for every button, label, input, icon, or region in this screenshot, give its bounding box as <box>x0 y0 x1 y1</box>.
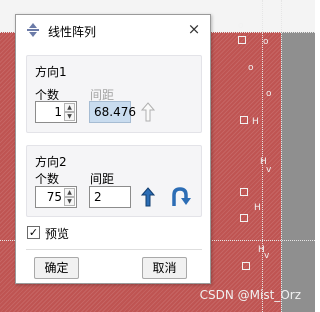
preview-mark: H <box>252 117 259 127</box>
preview-square <box>240 188 248 196</box>
pattern-preview-marks: o o o o H H H H v v <box>230 18 280 312</box>
preview-mark: o <box>248 63 254 73</box>
guide-line-vertical <box>281 0 282 312</box>
preview-mark: H <box>254 203 261 213</box>
dialog-titlebar[interactable]: 线性阵列 × <box>16 15 210 45</box>
direction2-title: 方向2 <box>35 155 67 169</box>
direction2-count-stepper[interactable]: 75 ▲ ▼ <box>35 186 77 208</box>
stepper-up-icon[interactable]: ▲ <box>64 103 75 112</box>
stepper-down-icon[interactable]: ▼ <box>64 112 75 121</box>
direction2-count-label: 个数 <box>35 172 60 186</box>
preview-mark: o <box>238 21 244 31</box>
dialog-title: 线性阵列 <box>48 25 97 39</box>
up-arrow-outline-icon[interactable] <box>141 102 155 122</box>
preview-square <box>240 116 248 124</box>
direction2-spacing-value: 2 <box>94 190 102 204</box>
stepper-down-icon[interactable]: ▼ <box>64 197 75 206</box>
preview-square <box>240 214 248 222</box>
stepper-up-icon[interactable]: ▲ <box>64 188 75 197</box>
direction2-group: 方向2 个数 间距 75 ▲ ▼ 2 <box>26 145 202 217</box>
preview-square <box>238 36 246 44</box>
linear-pattern-icon <box>27 23 39 37</box>
preview-label: 预览 <box>45 227 70 241</box>
preview-checkbox[interactable]: ✓ <box>27 226 40 239</box>
direction2-count-value: 75 <box>46 190 62 204</box>
direction1-count-stepper[interactable]: 1 ▲ ▼ <box>35 101 77 123</box>
preview-mark: o <box>266 89 272 99</box>
linear-pattern-dialog: 线性阵列 × 方向1 个数 间距 1 ▲ ▼ 68.476 方向2 个数 间距 … <box>15 14 211 284</box>
preview-square <box>242 262 250 270</box>
grey-region <box>281 32 315 312</box>
watermark: CSDN @Mist_Orz <box>199 288 301 302</box>
direction1-title: 方向1 <box>35 65 67 79</box>
close-button[interactable]: × <box>184 19 204 39</box>
cancel-button[interactable]: 取消 <box>142 257 187 279</box>
direction1-spacing-field: 68.476 <box>89 101 136 123</box>
preview-mark: v <box>266 165 272 175</box>
direction2-spacing-label: 间距 <box>90 172 115 186</box>
direction2-spacing-field[interactable]: 2 <box>89 186 131 208</box>
direction1-group: 方向1 个数 间距 1 ▲ ▼ 68.476 <box>26 55 202 133</box>
up-arrow-blue-icon[interactable] <box>141 187 155 207</box>
ok-button[interactable]: 确定 <box>34 257 79 279</box>
direction1-count-value: 1 <box>54 105 62 119</box>
direction1-spacing-value: 68.476 <box>94 105 136 119</box>
reverse-arrow-blue-icon[interactable] <box>169 186 191 208</box>
divider <box>26 249 202 250</box>
preview-mark: v <box>264 251 270 261</box>
preview-mark: o <box>263 37 269 47</box>
